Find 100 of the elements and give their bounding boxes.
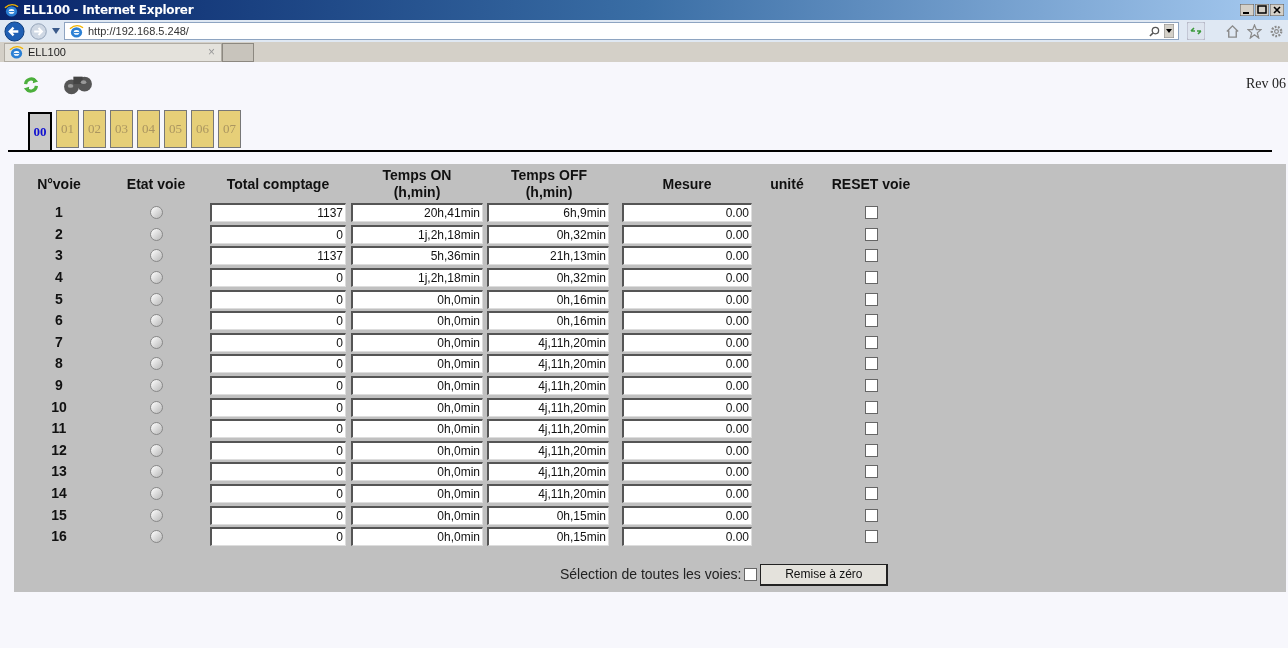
back-icon[interactable]: [4, 20, 25, 42]
settings-icon[interactable]: [1269, 23, 1284, 39]
measure-field[interactable]: 0.00: [622, 354, 752, 374]
count-field[interactable]: 0: [210, 289, 346, 309]
measure-field[interactable]: 0.00: [622, 419, 752, 439]
time-on-field[interactable]: 0h,0min: [351, 462, 483, 482]
count-field[interactable]: 0: [210, 505, 346, 525]
dropdown-icon[interactable]: [52, 28, 60, 34]
time-on-field[interactable]: 0h,0min: [351, 311, 483, 331]
channel-number: 5: [54, 289, 64, 309]
dropdown-icon[interactable]: [1164, 24, 1174, 38]
time-off-field[interactable]: 4j,11h,20min: [487, 332, 609, 352]
reset-checkbox[interactable]: [864, 443, 878, 457]
close-icon[interactable]: [1270, 4, 1284, 16]
time-on-field[interactable]: 5h,36min: [351, 246, 483, 266]
count-field[interactable]: 0: [210, 419, 346, 439]
time-on-field[interactable]: 20h,41min: [351, 203, 483, 223]
reset-checkbox[interactable]: [864, 206, 878, 220]
time-on-field[interactable]: 0h,0min: [351, 332, 483, 352]
time-off-field[interactable]: 4j,11h,20min: [487, 419, 609, 439]
reset-checkbox[interactable]: [864, 314, 878, 328]
time-on-field[interactable]: 0h,0min: [351, 440, 483, 460]
measure-field[interactable]: 0.00: [622, 246, 752, 266]
count-field[interactable]: 0: [210, 376, 346, 396]
time-on-field[interactable]: 1j,2h,18min: [351, 224, 483, 244]
reset-checkbox[interactable]: [864, 465, 878, 479]
count-field[interactable]: 0: [210, 527, 346, 547]
reset-checkbox[interactable]: [864, 422, 878, 436]
measure-field[interactable]: 0.00: [622, 462, 752, 482]
time-on-field[interactable]: 0h,0min: [351, 397, 483, 417]
measure-field[interactable]: 0.00: [622, 332, 752, 352]
measure-field[interactable]: 0.00: [622, 505, 752, 525]
count-field[interactable]: 0: [210, 354, 346, 374]
count-field[interactable]: 0: [210, 462, 346, 482]
measure-field[interactable]: 0.00: [622, 289, 752, 309]
measure-field[interactable]: 0.00: [622, 397, 752, 417]
measure-field[interactable]: 0.00: [622, 311, 752, 331]
time-off-field[interactable]: 21h,13min: [487, 246, 609, 266]
measure-field[interactable]: 0.00: [622, 376, 752, 396]
time-on-field[interactable]: 0h,0min: [351, 505, 483, 525]
measure-field[interactable]: 0.00: [622, 484, 752, 503]
browser-tab[interactable]: ELL100 ×: [4, 42, 222, 62]
address-field[interactable]: http://192.168.5.248/: [64, 22, 1179, 40]
reset-checkbox[interactable]: [864, 530, 878, 544]
time-off-field[interactable]: 0h,15min: [487, 527, 609, 547]
time-on-field[interactable]: 0h,0min: [351, 527, 483, 547]
reset-checkbox[interactable]: [864, 227, 878, 241]
count-field[interactable]: 1137: [210, 203, 346, 223]
measure-field[interactable]: 0.00: [622, 268, 752, 288]
time-off-field[interactable]: 4j,11h,20min: [487, 354, 609, 374]
star-icon[interactable]: [1247, 23, 1262, 39]
time-off-field[interactable]: 4j,11h,20min: [487, 462, 609, 482]
reset-checkbox[interactable]: [864, 292, 878, 306]
home-icon[interactable]: [1225, 23, 1240, 39]
time-on-field[interactable]: 0h,0min: [351, 376, 483, 396]
reset-checkbox[interactable]: [864, 487, 878, 500]
measure-field[interactable]: 0.00: [622, 440, 752, 460]
maximize-icon[interactable]: [1255, 4, 1269, 16]
count-field[interactable]: 0: [210, 311, 346, 331]
count-field[interactable]: 0: [210, 224, 346, 244]
time-on-field[interactable]: 0h,0min: [351, 419, 483, 439]
reset-checkbox[interactable]: [864, 400, 878, 414]
measure-field[interactable]: 0.00: [622, 224, 752, 244]
reset-checkbox[interactable]: [864, 379, 878, 393]
count-field[interactable]: 0: [210, 440, 346, 460]
count-field[interactable]: 0: [210, 484, 346, 503]
time-off-field[interactable]: 4j,11h,20min: [487, 484, 609, 503]
reset-checkbox[interactable]: [864, 335, 878, 349]
time-off-field[interactable]: 6h,9min: [487, 203, 609, 223]
channel-number: 6: [54, 311, 64, 331]
select-all-label: Sélection de toutes les voies:: [560, 565, 742, 584]
count-field[interactable]: 0: [210, 332, 346, 352]
reset-checkbox[interactable]: [864, 249, 878, 263]
time-off-field[interactable]: 0h,32min: [487, 268, 609, 288]
measure-field[interactable]: 0.00: [622, 203, 752, 223]
time-off-field[interactable]: 0h,32min: [487, 224, 609, 244]
time-off-field[interactable]: 4j,11h,20min: [487, 440, 609, 460]
reset-button[interactable]: Remise à zéro: [760, 563, 889, 586]
time-off-field[interactable]: 4j,11h,20min: [487, 376, 609, 396]
time-off-field[interactable]: 0h,15min: [487, 505, 609, 525]
time-on-field[interactable]: 0h,0min: [351, 289, 483, 309]
count-field[interactable]: 0: [210, 268, 346, 288]
reset-checkbox[interactable]: [864, 508, 878, 522]
select-all-checkbox[interactable]: [744, 568, 758, 581]
search-icon[interactable]: [1149, 25, 1160, 37]
time-off-field[interactable]: 0h,16min: [487, 289, 609, 309]
count-field[interactable]: 0: [210, 397, 346, 417]
time-off-field[interactable]: 4j,11h,20min: [487, 397, 609, 417]
reset-checkbox[interactable]: [864, 271, 878, 285]
channel-group-tab[interactable]: 00: [28, 112, 52, 150]
time-on-field[interactable]: 0h,0min: [351, 484, 483, 503]
time-off-field[interactable]: 0h,16min: [487, 311, 609, 331]
minimize-icon[interactable]: [1240, 4, 1254, 16]
compatibility-icon[interactable]: [1187, 22, 1205, 40]
measure-field[interactable]: 0.00: [622, 527, 752, 547]
refresh-icon[interactable]: [22, 76, 40, 94]
reset-checkbox[interactable]: [864, 357, 878, 371]
count-field[interactable]: 1137: [210, 246, 346, 266]
time-on-field[interactable]: 1j,2h,18min: [351, 268, 483, 288]
time-on-field[interactable]: 0h,0min: [351, 354, 483, 374]
